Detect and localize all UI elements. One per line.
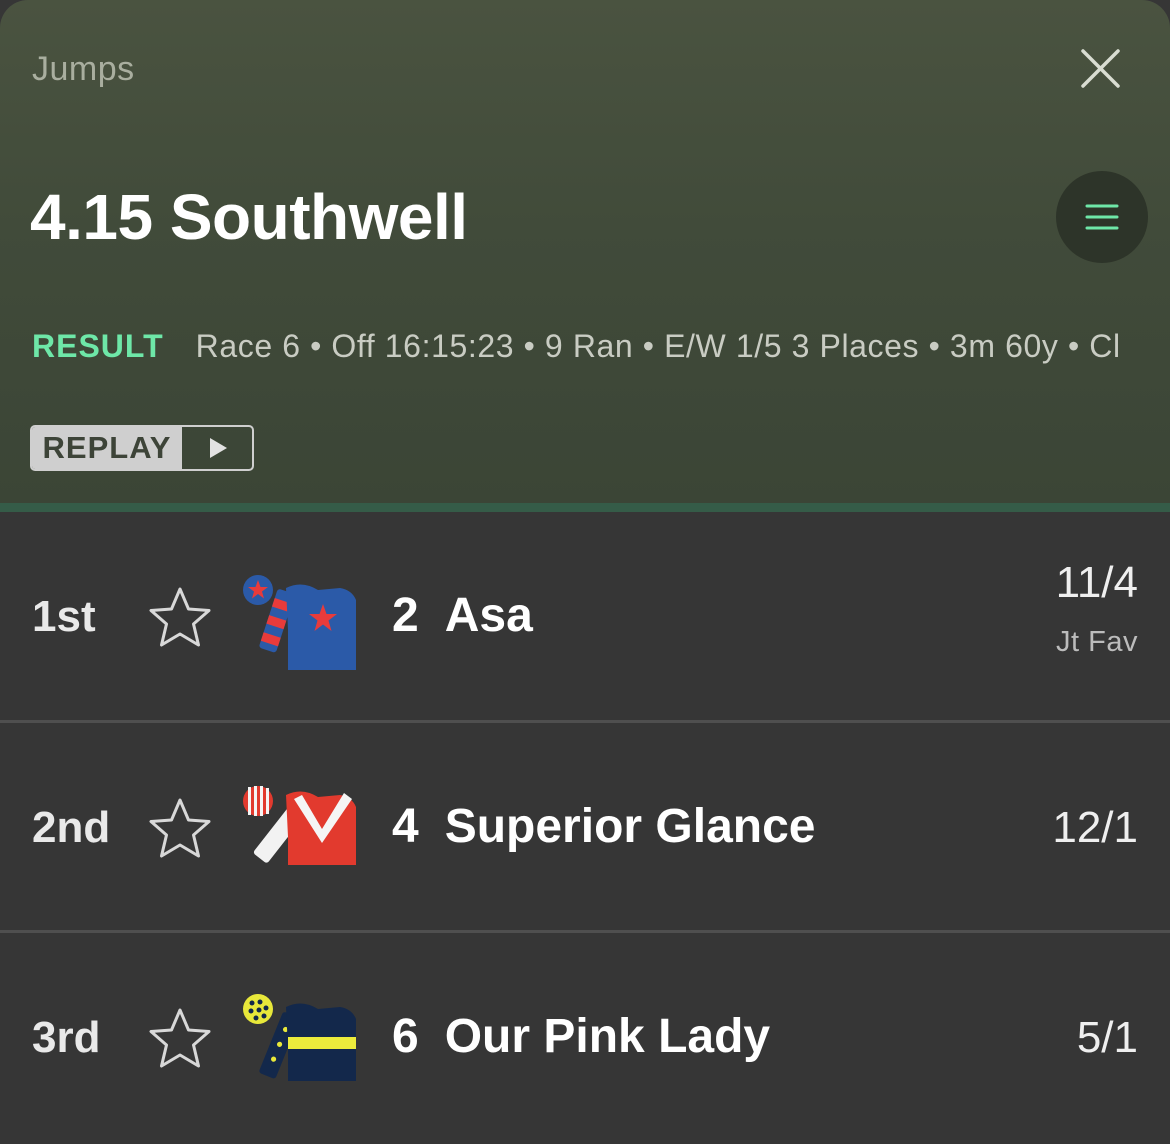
runner-row[interactable]: 1st 2 Asa 11/4 Jt Fav (0, 512, 1170, 720)
jockey-silks-icon (240, 991, 360, 1091)
jockey-silks-icon (240, 781, 360, 881)
runner-row[interactable]: 2nd 4 Superior Glance 12/1 (0, 723, 1170, 931)
favourite-star-button[interactable] (146, 1005, 214, 1073)
runner-name: 2 Asa (392, 588, 533, 643)
status-badge: RESULT (32, 328, 164, 364)
header-divider (0, 503, 1170, 512)
replay-button[interactable]: REPLAY (30, 425, 254, 471)
race-result-page: Jumps 4.15 Southwell RESULT Race 6 • Off … (0, 0, 1170, 1144)
runner-number: 2 (392, 589, 419, 642)
favourite-star-button[interactable] (146, 795, 214, 863)
runner-row[interactable]: 3rd 6 Our Pink Lady 5/1 (0, 933, 1170, 1141)
replay-play-area (182, 427, 252, 469)
starting-price: 12/1 (1052, 803, 1138, 852)
finish-position: 2nd (32, 803, 111, 852)
starting-price: 11/4 (1055, 558, 1138, 607)
horse-name: Our Pink Lady (444, 1010, 771, 1063)
star-icon (149, 798, 211, 858)
replay-label: REPLAY (32, 427, 182, 469)
star-icon (149, 587, 211, 647)
runner-name: 6 Our Pink Lady (392, 1009, 770, 1064)
race-details: Race 6 • Off 16:15:23 • 9 Ran • E/W 1/5 … (195, 328, 1121, 364)
runner-number: 6 (392, 1010, 419, 1063)
race-info-bar: RESULT Race 6 • Off 16:15:23 • 9 Ran • E/… (32, 326, 1140, 370)
close-button[interactable] (1072, 42, 1128, 98)
favourite-note: Jt Fav (1056, 626, 1138, 658)
page-title: 4.15 Southwell (30, 181, 468, 253)
finish-position: 1st (32, 592, 96, 641)
finish-position: 3rd (32, 1013, 101, 1062)
play-icon (210, 438, 227, 458)
race-menu-button[interactable] (1056, 171, 1148, 263)
race-header: Jumps 4.15 Southwell RESULT Race 6 • Off … (0, 0, 1170, 503)
horse-name: Asa (444, 589, 533, 642)
close-icon (1081, 49, 1120, 88)
runner-number: 4 (392, 800, 419, 853)
star-icon (149, 1008, 211, 1068)
runner-name: 4 Superior Glance (392, 799, 815, 854)
race-category: Jumps (32, 50, 135, 88)
starting-price: 5/1 (1076, 1013, 1138, 1062)
menu-icon (1085, 204, 1119, 230)
favourite-star-button[interactable] (146, 584, 214, 652)
horse-name: Superior Glance (444, 800, 816, 853)
jockey-silks-icon (240, 570, 360, 670)
